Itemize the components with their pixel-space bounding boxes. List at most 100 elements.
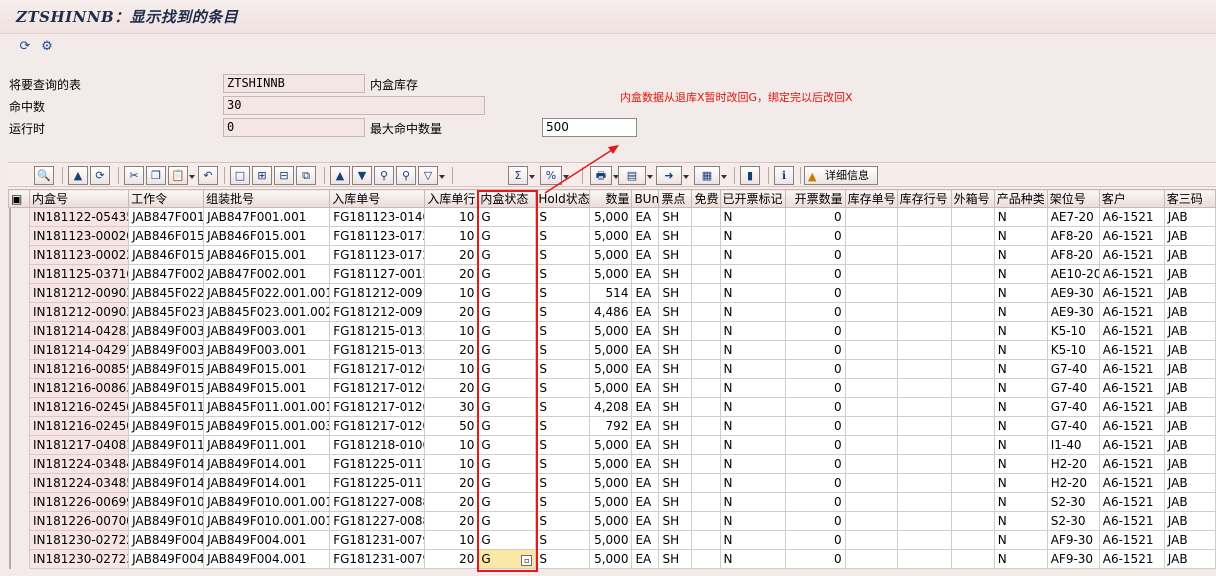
table-cell[interactable] <box>896 245 952 265</box>
table-cell[interactable] <box>950 435 995 455</box>
table-cell[interactable] <box>844 302 898 322</box>
table-cell[interactable]: JAB <box>1163 549 1216 569</box>
table-cell[interactable]: EA <box>631 245 660 265</box>
table-cell[interactable]: A6-1521 <box>1098 207 1165 227</box>
table-cell[interactable]: K5-10 <box>1046 340 1100 360</box>
table-cell[interactable]: 0 <box>784 207 846 227</box>
table-cell[interactable] <box>896 435 952 455</box>
table-cell[interactable]: N <box>719 435 786 455</box>
settings-icon[interactable]: ⚙ <box>38 39 56 55</box>
row-selector[interactable] <box>8 530 11 550</box>
table-cell[interactable]: 0 <box>784 511 846 531</box>
table-cell[interactable]: G <box>477 473 537 493</box>
table-cell[interactable]: G <box>477 511 537 531</box>
table-cell[interactable]: 0 <box>784 530 846 550</box>
table-cell[interactable]: 0 <box>784 302 846 322</box>
row-selector[interactable] <box>8 208 11 227</box>
table-cell[interactable]: A6-1521 <box>1098 264 1165 284</box>
table-cell[interactable] <box>896 492 952 512</box>
table-cell[interactable] <box>844 454 898 474</box>
table-cell[interactable] <box>691 378 721 398</box>
table-cell[interactable]: FG181231-0079 <box>329 549 426 569</box>
table-cell[interactable]: 10 <box>424 530 479 550</box>
table-cell[interactable]: N <box>719 226 786 246</box>
column-header[interactable]: 内盒状态 <box>477 189 537 208</box>
table-cell[interactable]: AF9-30 <box>1046 530 1100 550</box>
table-cell[interactable]: A6-1521 <box>1098 302 1165 322</box>
table-cell[interactable]: JAB846F015 <box>128 245 205 265</box>
table-cell[interactable] <box>844 435 898 455</box>
table-cell[interactable]: G <box>477 492 537 512</box>
table-cell[interactable]: N <box>993 378 1048 398</box>
row-selector[interactable] <box>8 435 11 455</box>
table-cell[interactable]: A6-1521 <box>1098 549 1165 569</box>
table-cell[interactable]: AF9-30 <box>1046 549 1100 569</box>
column-header[interactable]: 外箱号 <box>950 189 995 208</box>
table-cell[interactable]: 20 <box>424 302 479 322</box>
table-cell[interactable] <box>691 454 721 474</box>
table-cell[interactable]: JAB849F015 <box>128 378 205 398</box>
table-cell[interactable]: G <box>477 321 537 341</box>
table-cell[interactable]: 5,000 <box>589 435 633 455</box>
table-cell[interactable]: 0 <box>784 454 846 474</box>
table-cell[interactable]: EA <box>631 435 660 455</box>
table-cell[interactable]: N <box>719 397 786 417</box>
table-cell[interactable]: IN181230-02722 <box>29 530 130 550</box>
table-cell[interactable]: FG181217-0120 <box>329 359 426 379</box>
table-row[interactable]: IN181224-03484 JAB849F014 JAB849F014.001 FG… <box>8 454 1216 474</box>
table-cell[interactable]: JAB846F015.001 <box>203 226 331 246</box>
table-cell[interactable]: SH <box>658 359 693 379</box>
table-cell[interactable]: SH <box>658 530 693 550</box>
table-cell[interactable]: S <box>535 435 591 455</box>
table-row[interactable]: IN181216-00863 JAB849F015 JAB849F015.001 FG… <box>8 378 1216 398</box>
filter-icon[interactable]: ▽ <box>418 166 445 185</box>
table-cell[interactable]: JAB <box>1163 226 1216 246</box>
row-selector[interactable] <box>8 340 11 360</box>
table-cell[interactable]: 0 <box>784 549 846 569</box>
row-selector[interactable] <box>8 264 11 284</box>
row-selector[interactable] <box>8 378 11 398</box>
table-cell[interactable] <box>896 473 952 493</box>
table-cell[interactable]: FG181231-0079 <box>329 530 426 550</box>
table-cell[interactable]: A6-1521 <box>1098 378 1165 398</box>
table-cell[interactable]: 5,000 <box>589 359 633 379</box>
table-cell[interactable]: N <box>993 454 1048 474</box>
row-selector[interactable] <box>8 283 11 303</box>
table-cell[interactable]: EA <box>631 416 660 436</box>
table-cell[interactable]: N <box>993 359 1048 379</box>
table-cell[interactable]: N <box>719 549 786 569</box>
table-cell[interactable]: G7-40 <box>1046 397 1100 417</box>
table-cell[interactable]: FG181127-0015 <box>329 264 426 284</box>
table-cell[interactable]: G <box>477 416 537 436</box>
table-cell[interactable]: IN181226-00699 <box>29 492 130 512</box>
table-cell[interactable]: JAB849F003 <box>128 340 205 360</box>
table-cell[interactable]: SH <box>658 340 693 360</box>
table-row[interactable]: IN181122-05435 JAB847F001 JAB847F001.001 FG… <box>8 207 1216 227</box>
table-cell[interactable]: JAB849F004.001 <box>203 530 331 550</box>
subtotal-icon[interactable]: % <box>540 166 569 185</box>
column-header[interactable]: Hold状态 <box>535 189 591 208</box>
table-cell[interactable]: N <box>993 435 1048 455</box>
table-cell[interactable]: AF8-20 <box>1046 226 1100 246</box>
table-cell[interactable] <box>844 245 898 265</box>
table-cell[interactable]: A6-1521 <box>1098 226 1165 246</box>
table-cell[interactable]: A6-1521 <box>1098 530 1165 550</box>
table-cell[interactable]: 10 <box>424 454 479 474</box>
table-cell[interactable] <box>844 549 898 569</box>
layout-icon[interactable]: ▦ <box>694 166 727 185</box>
row-selector[interactable] <box>8 416 11 436</box>
table-cell[interactable]: AF8-20 <box>1046 245 1100 265</box>
table-cell[interactable]: S2-30 <box>1046 511 1100 531</box>
row-selector[interactable] <box>8 321 11 341</box>
table-cell[interactable] <box>691 340 721 360</box>
table-cell[interactable]: EA <box>631 321 660 341</box>
table-cell[interactable]: N <box>719 378 786 398</box>
table-cell[interactable] <box>950 378 995 398</box>
table-cell[interactable] <box>950 530 995 550</box>
table-cell[interactable]: 10 <box>424 435 479 455</box>
table-cell[interactable]: JAB847F002 <box>128 264 205 284</box>
table-cell[interactable]: IN181216-00863 <box>29 378 130 398</box>
table-row[interactable]: IN181230-02723 JAB849F004 JAB849F004.001 FG… <box>8 549 1216 569</box>
table-cell[interactable]: 5,000 <box>589 473 633 493</box>
table-cell[interactable]: S <box>535 264 591 284</box>
